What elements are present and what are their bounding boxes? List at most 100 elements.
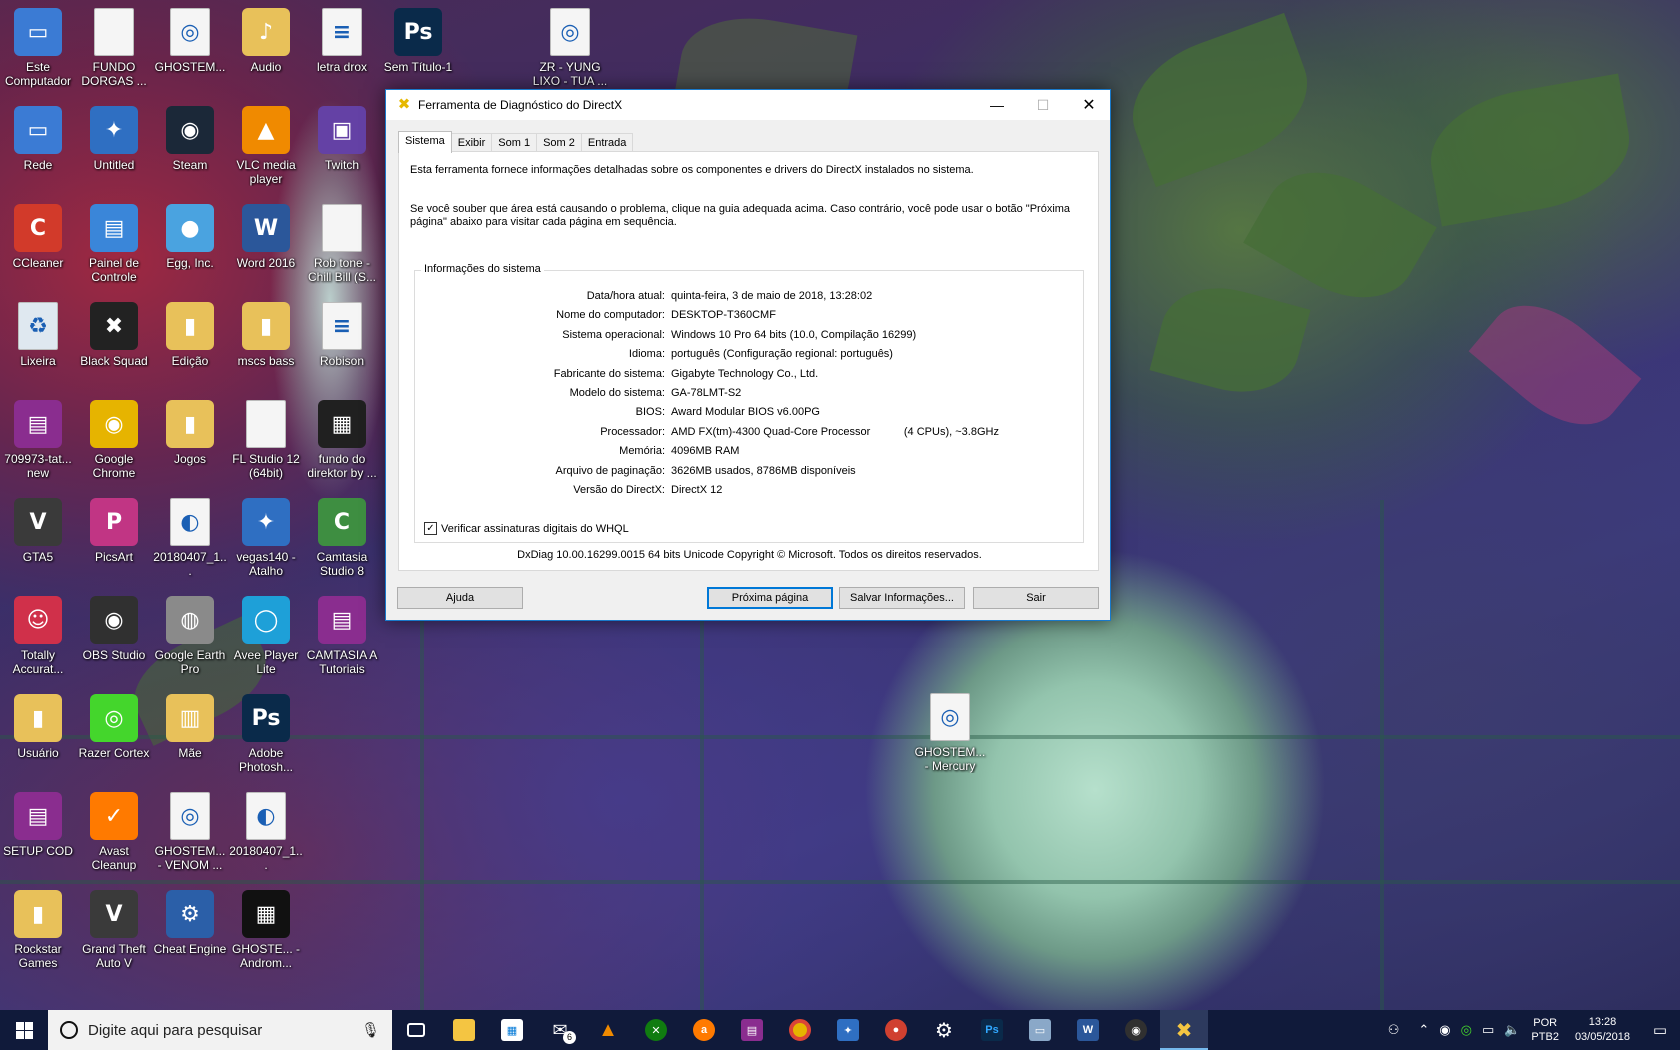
desktop-icon[interactable]: ⚙ Cheat Engine xyxy=(152,882,228,974)
steam-tray-icon[interactable]: ◉ xyxy=(1439,1022,1450,1038)
vlc-icon[interactable]: ▲ xyxy=(584,1010,632,1050)
desktop-icon[interactable]: V GTA5 xyxy=(0,490,76,582)
desktop-icon-image: ◉ xyxy=(90,400,138,448)
desktop-icon[interactable]: ✦ vegas140 - Atalho xyxy=(228,490,304,582)
taskbar-clock[interactable]: 13:28 03/05/2018 xyxy=(1575,1015,1630,1045)
tab-sistema[interactable]: Sistema xyxy=(398,131,452,153)
desktop-icon[interactable]: ● Egg, Inc. xyxy=(152,196,228,288)
desktop-icon[interactable]: ▮ Usuário xyxy=(0,686,76,778)
desktop-icon[interactable]: ◯ Avee Player Lite xyxy=(228,588,304,680)
desktop-icon[interactable]: ◐ 20180407_1... xyxy=(152,490,228,582)
desktop-icon[interactable]: ✖ Black Squad xyxy=(76,294,152,386)
game-icon[interactable]: ● xyxy=(872,1010,920,1050)
volume-icon[interactable]: 🔈 xyxy=(1504,1022,1520,1038)
file-explorer-icon[interactable] xyxy=(440,1010,488,1050)
settings-icon[interactable]: ⚙ xyxy=(920,1010,968,1050)
razer-tray-icon[interactable]: ◎ xyxy=(1461,1022,1472,1038)
desktop-icon[interactable]: ▤ CAMTASIA A Tutoriais xyxy=(304,588,380,680)
action-center-icon[interactable]: ▭ xyxy=(1640,1010,1680,1050)
desktop-icon[interactable]: ▥ Mãe xyxy=(152,686,228,778)
desktop-icon[interactable]: ◐ 20180407_1... xyxy=(228,784,304,876)
desktop-icon[interactable]: FUNDO DORGAS ... xyxy=(76,0,152,92)
close-button[interactable]: ✕ xyxy=(1066,90,1112,120)
desktop-icon[interactable]: Rob tone - Chill Bill (S... xyxy=(304,196,380,288)
help-button[interactable]: Ajuda xyxy=(397,587,523,609)
xbox-icon[interactable]: ✕ xyxy=(632,1010,680,1050)
remote-desktop-icon[interactable]: ▭ xyxy=(1016,1010,1064,1050)
desktop-icon[interactable]: ✓ Avast Cleanup xyxy=(76,784,152,876)
taskbar-search-box[interactable]: Digite aqui para pesquisar 🎙 xyxy=(48,1010,392,1050)
desktop-icon[interactable]: C CCleaner xyxy=(0,196,76,288)
vegas-icon[interactable]: ✦ xyxy=(824,1010,872,1050)
tab-som-2[interactable]: Som 2 xyxy=(536,133,582,153)
desktop-icon[interactable]: ≡ letra drox xyxy=(304,0,380,92)
microphone-icon[interactable]: 🎙 xyxy=(361,1021,380,1039)
dxdiag-taskbar-icon[interactable]: ✖ xyxy=(1160,1010,1208,1050)
network-icon[interactable]: ▭ xyxy=(1482,1022,1494,1038)
desktop-icon[interactable]: W Word 2016 xyxy=(228,196,304,288)
next-page-button[interactable]: Próxima página xyxy=(707,587,833,609)
desktop-icon[interactable]: ◎ GHOSTEM... xyxy=(152,0,228,92)
desktop-icon[interactable]: ◍ Google Earth Pro xyxy=(152,588,228,680)
desktop-icon[interactable]: ◎ Razer Cortex xyxy=(76,686,152,778)
desktop-icon[interactable]: ▭ Rede xyxy=(0,98,76,190)
desktop-icon[interactable]: ▦ fundo do direktor by ... xyxy=(304,392,380,484)
desktop-icon[interactable]: ◎ ZR - YUNG LIXO - TUA ... xyxy=(532,0,608,92)
dxdiag-window: ✖ Ferramenta de Diagnóstico do DirectX —… xyxy=(385,89,1111,621)
desktop-icon[interactable]: ▮ mscs bass xyxy=(228,294,304,386)
desktop-icon[interactable]: ◎ GHOSTEM... - VENOM ... xyxy=(152,784,228,876)
desktop-icon[interactable]: C Camtasia Studio 8 xyxy=(304,490,380,582)
desktop-icon[interactable]: ◎ GHOSTEM... - Mercury xyxy=(912,685,988,777)
language-indicator[interactable]: POR PTB2 xyxy=(1531,1016,1559,1044)
window-titlebar[interactable]: ✖ Ferramenta de Diagnóstico do DirectX —… xyxy=(386,90,1110,120)
task-view-button[interactable] xyxy=(392,1010,440,1050)
desktop-icon[interactable]: ▤ 709973-tat... new xyxy=(0,392,76,484)
desktop-icon[interactable]: ▤ SETUP COD xyxy=(0,784,76,876)
desktop-icon[interactable]: ▮ Rockstar Games xyxy=(0,882,76,974)
whql-checkbox[interactable]: ✓ Verificar assinaturas digitais do WHQL xyxy=(424,522,629,535)
desktop-icon[interactable]: ▲ VLC media player xyxy=(228,98,304,190)
group-title: Informações do sistema xyxy=(421,263,544,275)
tab-entrada[interactable]: Entrada xyxy=(580,133,634,153)
obs-icon[interactable]: ◉ xyxy=(1112,1010,1160,1050)
tab-som-1[interactable]: Som 1 xyxy=(491,133,538,153)
desktop-icon[interactable]: ♻ Lixeira xyxy=(0,294,76,386)
photoshop-icon[interactable]: Ps xyxy=(968,1010,1016,1050)
desktop-icon[interactable]: P PicsArt xyxy=(76,490,152,582)
desktop-icon[interactable]: ◉ Steam xyxy=(152,98,228,190)
people-icon[interactable]: ⚇ xyxy=(1388,1022,1400,1038)
desktop-icon[interactable]: ◉ OBS Studio xyxy=(76,588,152,680)
desktop-icon[interactable]: FL Studio 12 (64bit) xyxy=(228,392,304,484)
start-button[interactable] xyxy=(0,1010,48,1050)
desktop-icon[interactable]: ◉ Google Chrome xyxy=(76,392,152,484)
tab-exibir[interactable]: Exibir xyxy=(450,133,493,153)
desktop-icon[interactable]: ☺ Totally Accurat... xyxy=(0,588,76,680)
chevron-up-icon[interactable]: ⌃ xyxy=(1418,1022,1429,1038)
mail-icon[interactable]: ✉ 6 xyxy=(536,1010,584,1050)
info-row: Versão do DirectX: DirectX 12 xyxy=(415,484,1085,500)
desktop-icon[interactable]: ▦ GHOSTE... - Androm... xyxy=(228,882,304,974)
word-icon[interactable]: W xyxy=(1064,1010,1112,1050)
save-info-button[interactable]: Salvar Informações... xyxy=(839,587,965,609)
desktop-icon[interactable]: ▣ Twitch xyxy=(304,98,380,190)
desktop-icon[interactable]: ✦ Untitled xyxy=(76,98,152,190)
chrome-icon[interactable] xyxy=(776,1010,824,1050)
desktop-icon[interactable]: V Grand Theft Auto V xyxy=(76,882,152,974)
desktop-icon[interactable]: ♪ Audio xyxy=(228,0,304,92)
desktop-icon[interactable]: ▮ Jogos xyxy=(152,392,228,484)
desktop-icon-image xyxy=(322,204,362,252)
exit-button[interactable]: Sair xyxy=(973,587,1099,609)
maximize-button[interactable]: ☐ xyxy=(1020,90,1066,120)
avast-icon[interactable]: a xyxy=(680,1010,728,1050)
checkbox-box[interactable]: ✓ xyxy=(424,522,437,535)
desktop-icon[interactable]: ▮ Edição xyxy=(152,294,228,386)
desktop-icon[interactable]: Ps Adobe Photosh... xyxy=(228,686,304,778)
desktop-icon[interactable]: ▤ Painel de Controle xyxy=(76,196,152,288)
store-icon[interactable]: ▦ xyxy=(488,1010,536,1050)
desktop-icon[interactable]: Ps Sem Título-1 xyxy=(380,0,456,92)
winrar-icon[interactable]: ▤ xyxy=(728,1010,776,1050)
desktop-icon-label: 20180407_1... xyxy=(153,550,227,578)
minimize-button[interactable]: — xyxy=(974,90,1020,120)
desktop-icon[interactable]: ▭ Este Computador xyxy=(0,0,76,92)
desktop-icon[interactable]: ≡ Robison xyxy=(304,294,380,386)
